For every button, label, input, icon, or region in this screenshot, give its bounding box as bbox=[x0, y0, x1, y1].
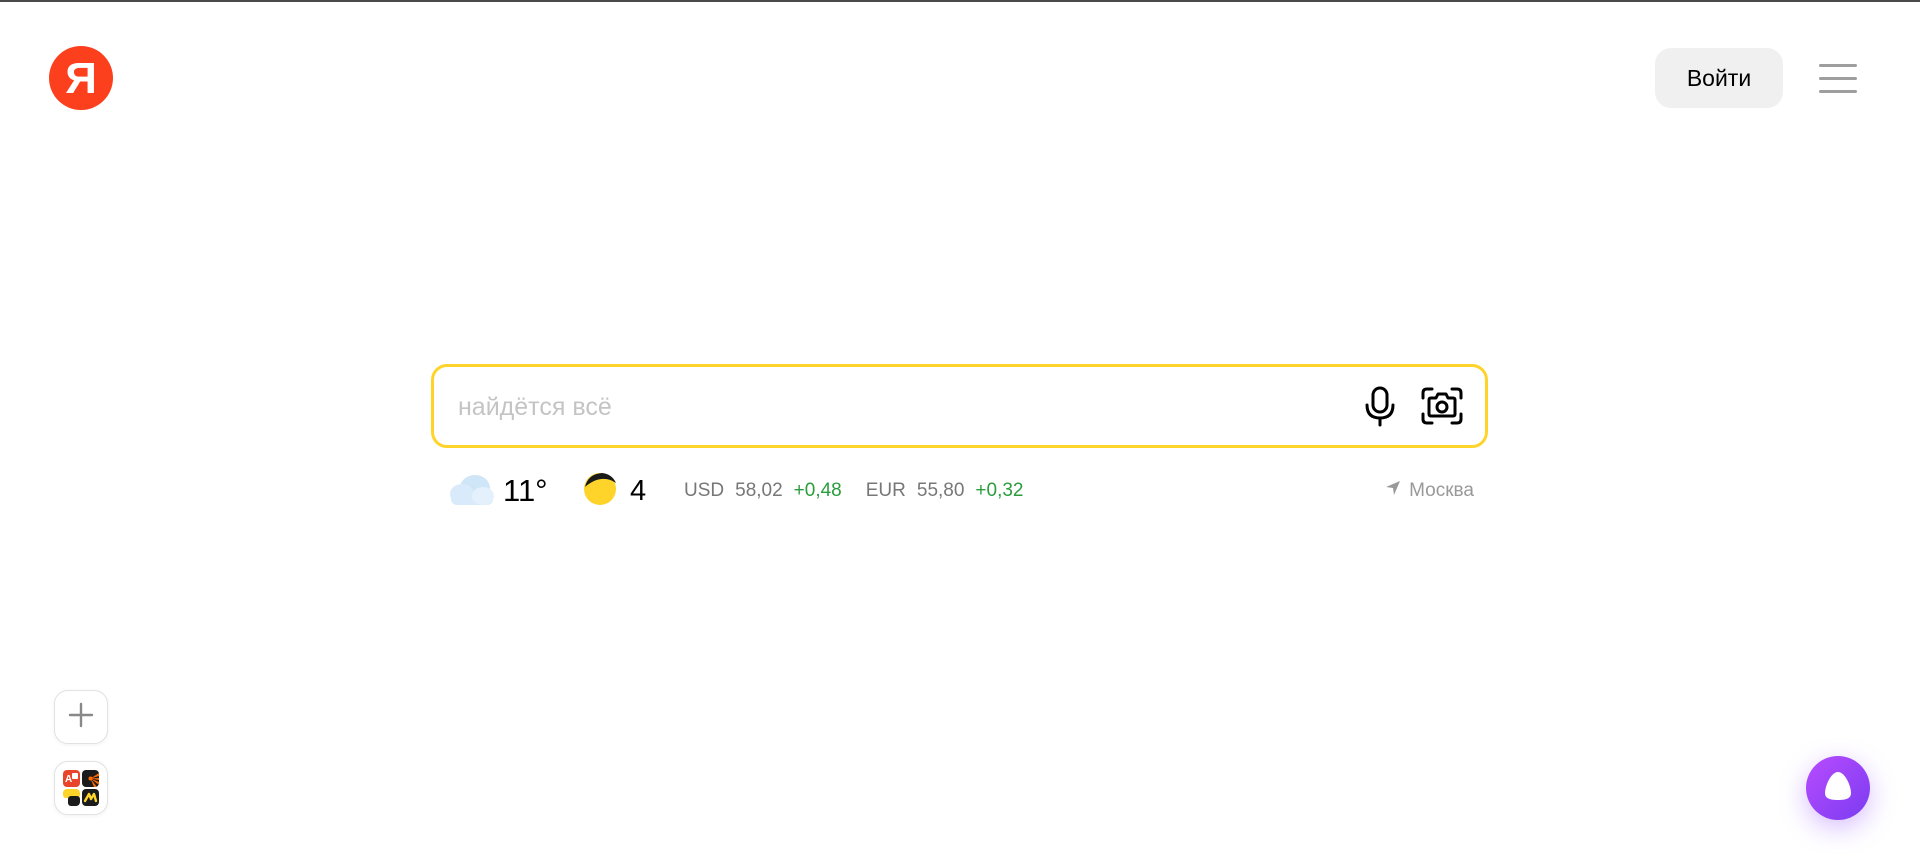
menu-line bbox=[1819, 64, 1857, 67]
weather-informer[interactable]: 11° bbox=[445, 468, 548, 514]
rate-eur[interactable]: EUR 55,80 +0,32 bbox=[866, 480, 1024, 502]
alice-button[interactable] bbox=[1806, 756, 1870, 820]
yandex-home-page: Я Войти найдётся всё 11° 4 USD 58,02 +0,… bbox=[0, 0, 1920, 865]
add-widget-button[interactable] bbox=[54, 690, 108, 744]
translate-service-icon: A bbox=[63, 770, 80, 787]
rate-value: 58,02 bbox=[735, 480, 783, 501]
weather-temperature: 11° bbox=[503, 473, 548, 508]
alice-icon bbox=[1821, 769, 1855, 808]
yandex-logo[interactable]: Я bbox=[49, 46, 113, 110]
kinopoisk-service-icon bbox=[82, 770, 99, 787]
location-city: Москва bbox=[1409, 480, 1474, 501]
login-button[interactable]: Войти bbox=[1655, 48, 1783, 108]
rate-change: +0,32 bbox=[975, 480, 1024, 501]
market-service-icon bbox=[63, 789, 80, 806]
location-arrow-icon bbox=[1385, 480, 1409, 502]
plus-icon bbox=[68, 702, 94, 733]
currency-rates: USD 58,02 +0,48 EUR 55,80 +0,32 bbox=[684, 468, 1048, 514]
traffic-informer[interactable]: 4 bbox=[582, 468, 646, 514]
logo-letter: Я bbox=[65, 54, 97, 103]
rate-code: EUR bbox=[865, 480, 906, 501]
music-service-icon bbox=[82, 789, 99, 806]
cloud-icon bbox=[445, 469, 497, 514]
hamburger-menu-icon[interactable] bbox=[1818, 62, 1858, 96]
traffic-light-icon bbox=[582, 471, 618, 512]
location-informer[interactable]: Москва bbox=[1385, 468, 1474, 514]
informers-row: 11° 4 USD 58,02 +0,48 EUR 55,80 +0,32 Мо… bbox=[445, 468, 1475, 514]
search-input[interactable] bbox=[456, 367, 1320, 447]
rate-change: +0,48 bbox=[793, 480, 842, 501]
camera-icon[interactable] bbox=[1419, 384, 1465, 428]
search-box bbox=[431, 364, 1488, 448]
microphone-icon[interactable] bbox=[1358, 384, 1402, 428]
rate-value: 55,80 bbox=[916, 480, 965, 501]
rate-code: USD bbox=[684, 480, 725, 501]
menu-line bbox=[1819, 77, 1857, 80]
rate-usd[interactable]: USD 58,02 +0,48 bbox=[684, 480, 842, 502]
services-grid-button[interactable]: A bbox=[54, 761, 108, 815]
menu-line bbox=[1819, 90, 1857, 93]
traffic-score: 4 bbox=[630, 474, 647, 507]
svg-text:A: A bbox=[65, 774, 72, 785]
